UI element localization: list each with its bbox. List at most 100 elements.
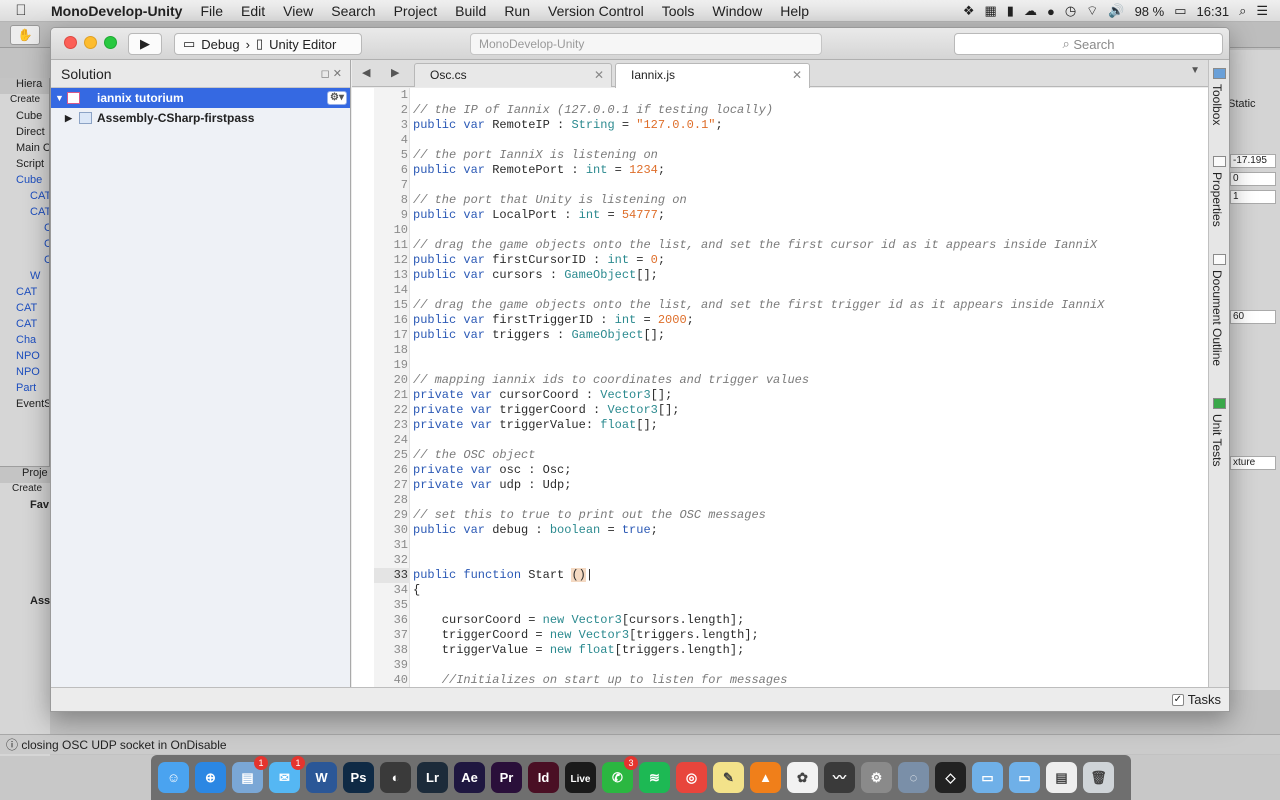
- code-line[interactable]: 24: [374, 433, 1208, 448]
- hierarchy-item[interactable]: W: [0, 270, 49, 286]
- dock-document-outline[interactable]: Document Outline: [1210, 270, 1224, 366]
- code-line[interactable]: 16 public var firstTriggerID : int = 2000…: [374, 313, 1208, 328]
- hierarchy-item[interactable]: CAT: [0, 302, 49, 318]
- dock-unit-tests[interactable]: Unit Tests: [1210, 414, 1224, 466]
- after-effects-icon[interactable]: Ae: [454, 762, 485, 793]
- search-field[interactable]: ⌕ Search: [954, 33, 1223, 55]
- clipboard-icon[interactable]: ▮: [1007, 3, 1014, 19]
- inspector-field[interactable]: 1: [1230, 190, 1276, 204]
- close-tab-icon[interactable]: ✕: [594, 64, 604, 86]
- code-line[interactable]: 21 private var cursorCoord : Vector3[];: [374, 388, 1208, 403]
- messages-icon[interactable]: ✉ 1: [269, 756, 305, 793]
- code-line[interactable]: 31: [374, 538, 1208, 553]
- configuration-selector[interactable]: ▭ Debug › ▯ Unity Editor: [174, 33, 362, 55]
- code-line[interactable]: 34 {: [374, 583, 1208, 598]
- hierarchy-item[interactable]: Part: [0, 382, 49, 398]
- finder-icon[interactable]: ☺: [158, 762, 189, 793]
- close-window-button[interactable]: [64, 36, 77, 49]
- hierarchy-item[interactable]: Script: [0, 158, 49, 174]
- hierarchy-item[interactable]: Cha: [0, 334, 49, 350]
- code-line[interactable]: 35: [374, 598, 1208, 613]
- code-line[interactable]: 9 public var LocalPort : int = 54777;: [374, 208, 1208, 223]
- menu-run[interactable]: Run: [495, 3, 539, 19]
- clock[interactable]: 16:31: [1197, 4, 1230, 19]
- menu-file[interactable]: File: [191, 3, 232, 19]
- console-message[interactable]: closing OSC UDP socket in OnDisable: [21, 738, 226, 752]
- code-line[interactable]: 8 // the port that Unity is listening on: [374, 193, 1208, 208]
- hierarchy-item[interactable]: NPO: [0, 350, 49, 366]
- hierarchy-item[interactable]: Cube: [0, 174, 49, 190]
- hierarchy-item[interactable]: Main C: [0, 142, 49, 158]
- code-line[interactable]: 33 public function Start ()|: [374, 568, 1208, 583]
- inspector-field[interactable]: 60: [1230, 310, 1276, 324]
- zoom-window-button[interactable]: [104, 36, 117, 49]
- notes-icon[interactable]: ✎: [713, 762, 744, 793]
- code-line[interactable]: 39: [374, 658, 1208, 673]
- menu-view[interactable]: View: [274, 3, 322, 19]
- hierarchy-item[interactable]: C: [0, 254, 49, 270]
- unity-hub-icon[interactable]: ◐: [380, 762, 411, 793]
- dock-toolbox[interactable]: Toolbox: [1210, 84, 1224, 125]
- static-label[interactable]: Static: [1228, 98, 1256, 110]
- inspector-field[interactable]: 0: [1230, 172, 1276, 186]
- code-lines[interactable]: 1 2 // the IP of Iannix (127.0.0.1 if test…: [374, 88, 1208, 687]
- unity-icon[interactable]: ◇: [935, 762, 966, 793]
- assets-label[interactable]: Ass: [0, 595, 50, 611]
- code-line[interactable]: 30 public var debug : boolean = true;: [374, 523, 1208, 538]
- favorites-label[interactable]: Fav: [0, 499, 50, 515]
- tab-list-dropdown-icon[interactable]: ▼: [1190, 65, 1200, 76]
- code-line[interactable]: 5 // the port IanniX is listening on: [374, 148, 1208, 163]
- word-icon[interactable]: W: [306, 762, 337, 793]
- system-preferences-icon[interactable]: ⚙: [861, 762, 892, 793]
- vlc-icon[interactable]: ▲: [750, 762, 781, 793]
- network-radar-icon[interactable]: ◌: [898, 762, 929, 793]
- downloads-icon[interactable]: ▭: [1009, 762, 1040, 793]
- code-line[interactable]: 15 // drag the game objects onto the list…: [374, 298, 1208, 313]
- nav-forward-icon[interactable]: ▶: [391, 66, 399, 79]
- code-line[interactable]: 32: [374, 553, 1208, 568]
- code-line[interactable]: 38 triggerValue = new float[triggers.len…: [374, 643, 1208, 658]
- hierarchy-item[interactable]: CAT: [0, 318, 49, 334]
- nav-back-icon[interactable]: ◀: [362, 66, 370, 79]
- battery-percent[interactable]: 98 %: [1135, 4, 1165, 19]
- disclosure-open-icon[interactable]: ▼: [55, 88, 64, 108]
- lightroom-icon[interactable]: Lr: [417, 762, 448, 793]
- minimize-window-button[interactable]: [84, 36, 97, 49]
- time-machine-icon[interactable]: ◷: [1065, 3, 1076, 19]
- tree-item-project[interactable]: ▶ Assembly-CSharp-firstpass: [51, 108, 350, 128]
- hierarchy-item[interactable]: EventS: [0, 398, 49, 414]
- code-line[interactable]: 28: [374, 493, 1208, 508]
- document-icon[interactable]: ▤: [1046, 762, 1077, 793]
- menu-edit[interactable]: Edit: [232, 3, 274, 19]
- pad-controls[interactable]: ◻ ✕: [321, 60, 342, 88]
- ableton-live-icon[interactable]: Live: [565, 762, 596, 793]
- hierarchy-item[interactable]: C: [0, 222, 49, 238]
- trash-icon[interactable]: 🗑: [1083, 762, 1114, 793]
- code-line[interactable]: 2 // the IP of Iannix (127.0.0.1 if testi…: [374, 103, 1208, 118]
- code-line[interactable]: 12 public var firstCursorID : int = 0;: [374, 253, 1208, 268]
- menu-build[interactable]: Build: [446, 3, 495, 19]
- inspector-field[interactable]: xture: [1230, 456, 1276, 470]
- code-line[interactable]: 13 public var cursors : GameObject[];: [374, 268, 1208, 283]
- hierarchy-tab[interactable]: Hiera: [0, 78, 49, 94]
- battery-icon[interactable]: ▭: [1174, 3, 1186, 19]
- code-line[interactable]: 22 private var triggerCoord : Vector3[];: [374, 403, 1208, 418]
- project-tab[interactable]: Proje: [0, 467, 50, 483]
- code-line[interactable]: 19: [374, 358, 1208, 373]
- info-icon[interactable]: ●: [1047, 4, 1055, 19]
- cloud-icon[interactable]: ☁: [1024, 3, 1037, 19]
- hierarchy-item[interactable]: CAT: [0, 190, 49, 206]
- whatsapp-icon[interactable]: ✆ 3: [602, 756, 638, 793]
- project-create[interactable]: Create: [0, 483, 50, 499]
- photos-icon[interactable]: ✿: [787, 762, 818, 793]
- apple-menu-icon[interactable]: : [0, 2, 42, 19]
- code-line[interactable]: 1: [374, 88, 1208, 103]
- premiere-icon[interactable]: Pr: [491, 762, 522, 793]
- code-line[interactable]: 23 private var triggerValue: float[];: [374, 418, 1208, 433]
- hierarchy-item[interactable]: CAT: [0, 206, 49, 222]
- code-line[interactable]: 20 // mapping iannix ids to coordinates a…: [374, 373, 1208, 388]
- code-line[interactable]: 17 public var triggers : GameObject[];: [374, 328, 1208, 343]
- volume-icon[interactable]: 🔊: [1108, 3, 1124, 19]
- code-line[interactable]: 40 //Initializes on start up to listen f…: [374, 673, 1208, 687]
- code-line[interactable]: 27 private var udp : Udp;: [374, 478, 1208, 493]
